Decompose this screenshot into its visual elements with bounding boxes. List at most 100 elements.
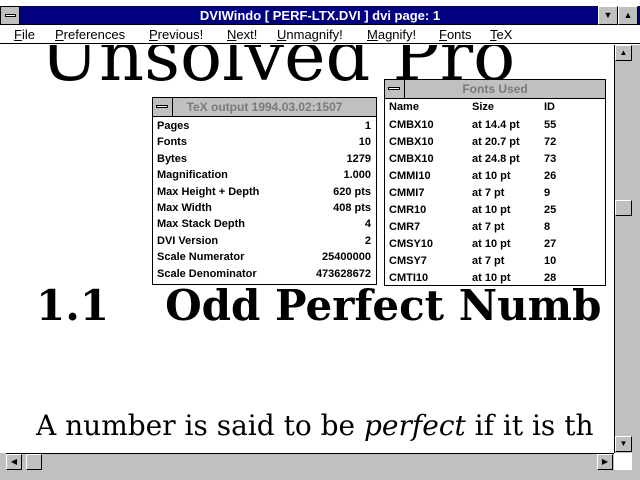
fonts-used-title: Fonts Used: [462, 82, 528, 96]
doc-paragraph: A number is said to be perfect if it is …: [36, 409, 594, 442]
system-menu-icon: [5, 14, 16, 17]
horizontal-scrollbar[interactable]: ◀ ▶: [6, 453, 614, 470]
tex-output-stats: Pages 1 Fonts 10 Bytes 1279 Magnification 1.000…: [153, 117, 376, 284]
menu-file[interactable]: File: [14, 27, 35, 42]
maximize-button[interactable]: ▲: [618, 6, 638, 25]
font-size: at 10 pt: [472, 272, 511, 284]
font-row[interactable]: CMBX10 at 14.4 pt 55: [385, 117, 605, 134]
window-border-left: [0, 453, 6, 480]
stat-key: DVI Version: [157, 234, 219, 247]
font-name: CMR10: [389, 204, 427, 216]
font-row[interactable]: CMSY7 at 7 pt 10: [385, 253, 605, 270]
scroll-down-button[interactable]: ▼: [615, 436, 632, 452]
stat-row: DVI Version 2: [153, 235, 376, 251]
font-row[interactable]: CMR7 at 7 pt 8: [385, 219, 605, 236]
stat-row: Max Height + Depth 620 pts: [153, 186, 376, 202]
stat-value: 1: [364, 120, 371, 132]
para-emphasis: perfect: [364, 409, 466, 442]
font-id: 27: [544, 238, 557, 250]
stat-row: Scale Denominator 473628672: [153, 268, 376, 284]
stat-value: 408 pts: [333, 201, 371, 214]
tex-output-system-button[interactable]: [153, 98, 173, 116]
font-size: at 7 pt: [472, 221, 505, 233]
menu-magnify[interactable]: Magnify!: [367, 27, 416, 42]
font-id: 55: [544, 119, 557, 131]
menu-preferences[interactable]: Preferences: [55, 27, 125, 42]
font-id: 28: [544, 272, 557, 284]
doc-section-heading: 1.1 Odd Perfect Numb: [36, 281, 601, 330]
vertical-scroll-thumb[interactable]: [615, 200, 632, 216]
scroll-left-button[interactable]: ◀: [6, 454, 22, 470]
window-border-right: [632, 45, 640, 480]
tex-output-title-bar[interactable]: TeX output 1994.03.02:1507: [153, 98, 376, 117]
fonts-used-window: Fonts Used Name Size ID CMBX10 at 14.4 pt…: [384, 79, 606, 286]
stat-row: Pages 1: [153, 120, 376, 136]
font-id: 73: [544, 153, 557, 165]
font-size: at 10 pt: [472, 204, 511, 216]
font-name: CMSY7: [389, 255, 427, 267]
stat-row: Max Width 408 pts: [153, 202, 376, 218]
menu-fonts[interactable]: Fonts: [439, 27, 472, 42]
font-row[interactable]: CMMI10 at 10 pt 26: [385, 168, 605, 185]
font-row[interactable]: CMSY10 at 10 pt 27: [385, 236, 605, 253]
fonts-used-system-button[interactable]: [385, 80, 405, 98]
font-name: CMBX10: [389, 136, 434, 148]
font-name: CMBX10: [389, 119, 434, 131]
stat-key: Max Stack Depth: [157, 218, 246, 231]
minimize-button[interactable]: ▼: [598, 6, 618, 25]
menu-previous[interactable]: Previous!: [149, 27, 203, 42]
stat-row: Fonts 10: [153, 136, 376, 152]
stat-row: Max Stack Depth 4: [153, 218, 376, 234]
section-number: 1.1: [36, 281, 110, 330]
stat-value: 4: [364, 218, 371, 231]
menu-tex[interactable]: TeX: [490, 27, 512, 42]
menu-next[interactable]: Next!: [227, 27, 257, 42]
col-header-size: Size: [472, 101, 495, 113]
font-row[interactable]: CMTI10 at 10 pt 28: [385, 270, 605, 285]
font-row[interactable]: CMBX10 at 20.7 pt 72: [385, 134, 605, 151]
stat-value: 10: [358, 136, 371, 149]
font-id: 26: [544, 170, 557, 182]
menu-unmagnify[interactable]: Unmagnify!: [277, 27, 343, 42]
stat-value: 1279: [346, 152, 371, 165]
col-header-name: Name: [389, 101, 419, 113]
font-name: CMMI10: [389, 170, 431, 182]
col-header-id: ID: [544, 101, 555, 113]
stat-row: Scale Numerator 25400000: [153, 251, 376, 267]
window-title: DVIWindo [ PERF-LTX.DVI ] dvi page: 1: [0, 6, 640, 25]
stat-row: Bytes 1279: [153, 153, 376, 169]
font-size: at 7 pt: [472, 187, 505, 199]
stat-value: 2: [364, 234, 371, 247]
fonts-used-title-bar[interactable]: Fonts Used: [385, 80, 605, 99]
font-size: at 10 pt: [472, 170, 511, 182]
stat-value: 620 pts: [333, 185, 371, 198]
fonts-table-body: CMBX10 at 14.4 pt 55 CMBX10 at 20.7 pt 72 CMBX…: [385, 117, 605, 285]
stat-key: Scale Numerator: [157, 251, 245, 264]
font-id: 10: [544, 255, 557, 267]
font-name: CMTI10: [389, 272, 429, 284]
tex-output-window: TeX output 1994.03.02:1507 Pages 1 Fonts 10…: [152, 97, 377, 285]
section-title: Odd Perfect Numb: [165, 281, 602, 330]
para-prefix: A number is said to be: [36, 409, 364, 442]
font-row[interactable]: CMMI7 at 7 pt 9: [385, 185, 605, 202]
stat-value: 473628672: [315, 267, 371, 280]
vertical-scrollbar[interactable]: ▲ ▼: [614, 45, 632, 453]
font-id: 9: [544, 187, 551, 199]
scroll-up-button[interactable]: ▲: [615, 45, 632, 61]
stat-value: 25400000: [322, 251, 371, 264]
fonts-table-header: Name Size ID: [385, 99, 605, 117]
stat-value: 1.000: [343, 169, 371, 182]
scroll-right-button[interactable]: ▶: [597, 454, 613, 470]
horizontal-scroll-thumb[interactable]: [26, 454, 42, 470]
font-id: 8: [544, 221, 551, 233]
font-size: at 7 pt: [472, 255, 505, 267]
para-suffix: if it is th: [465, 409, 594, 442]
stat-key: Magnification: [157, 169, 228, 182]
stat-key: Max Height + Depth: [157, 185, 260, 198]
dviwindo-window: DVIWindo [ PERF-LTX.DVI ] dvi page: 1 ▼ …: [0, 0, 640, 480]
system-menu-button[interactable]: [0, 6, 20, 25]
stat-row: Magnification 1.000: [153, 169, 376, 185]
font-row[interactable]: CMR10 at 10 pt 25: [385, 202, 605, 219]
font-size: at 14.4 pt: [472, 119, 520, 131]
font-row[interactable]: CMBX10 at 24.8 pt 73: [385, 151, 605, 168]
